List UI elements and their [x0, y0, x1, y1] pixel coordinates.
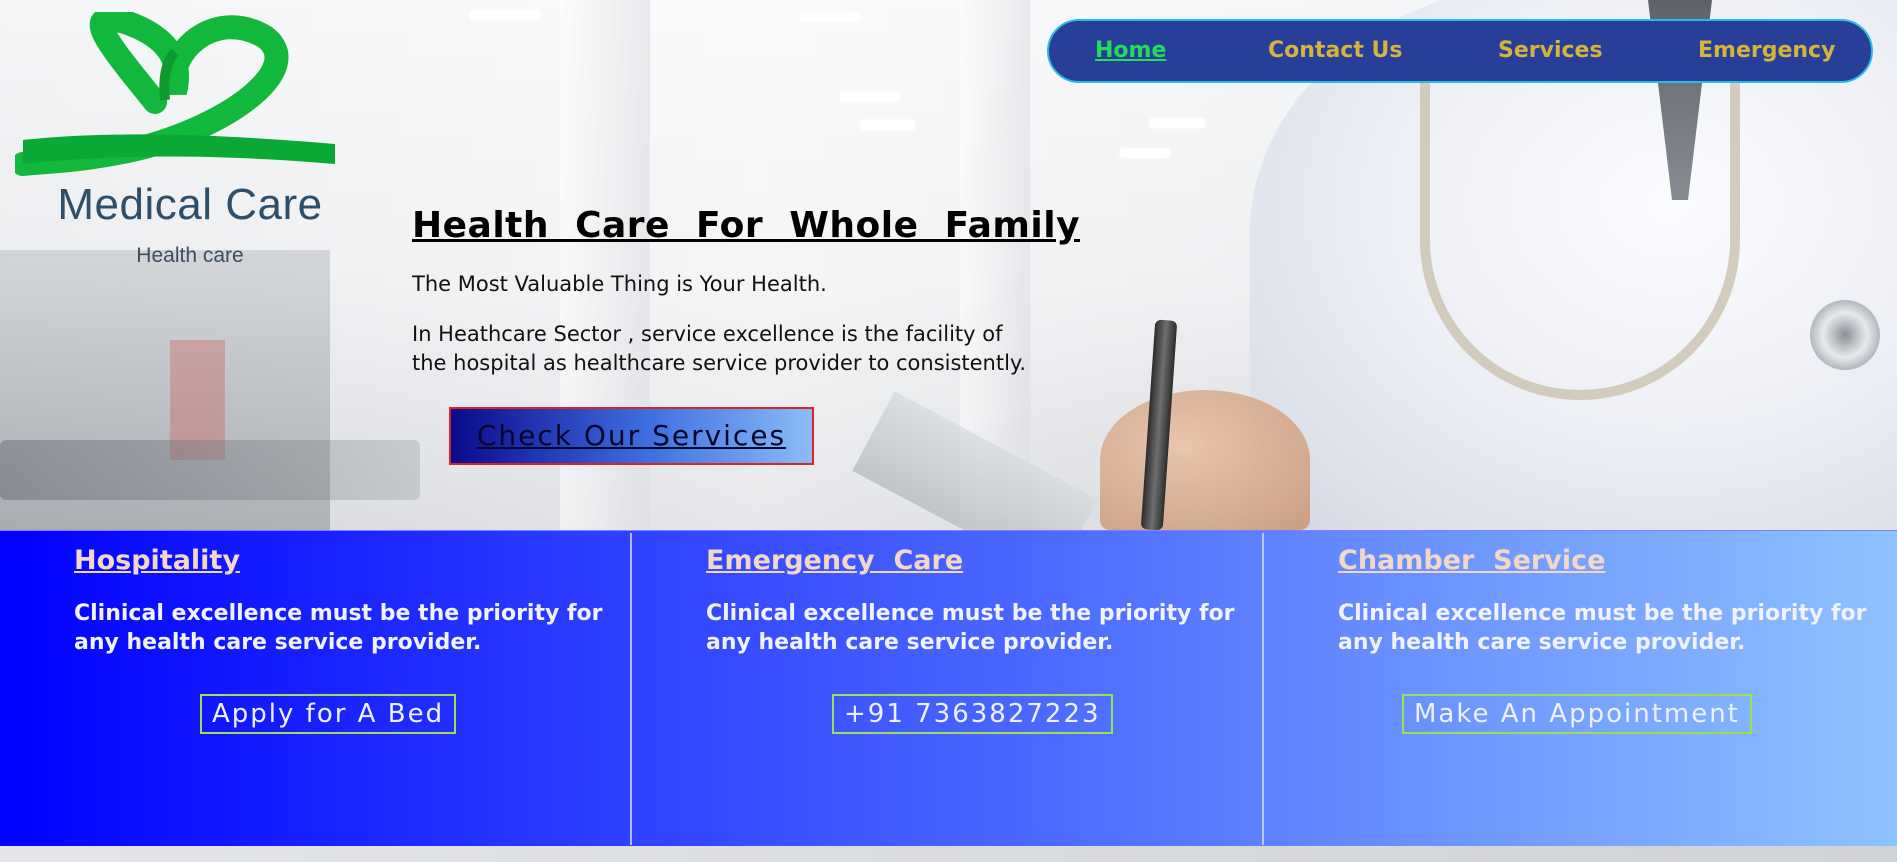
make-appointment-button[interactable]: Make An Appointment	[1402, 694, 1752, 734]
site-logo[interactable]: Medical Care Health care	[15, 12, 350, 267]
feature-text: Clinical excellence must be the priority…	[706, 601, 1235, 655]
brand-subtitle: Health care	[136, 244, 244, 267]
ceiling-light	[800, 12, 860, 22]
feature-hospitality: Hospitality Clinical excellence must be …	[0, 531, 632, 847]
feature-heading[interactable]: Chamber Service	[1338, 545, 1605, 576]
page-bottom-strip	[0, 846, 1897, 862]
stethoscope-head	[1810, 300, 1880, 370]
feature-heading[interactable]: Hospitality	[74, 545, 240, 576]
feature-heading[interactable]: Emergency Care	[706, 545, 963, 576]
hero-title: Health Care For Whole Family	[412, 205, 1081, 246]
doctor-hand	[1100, 390, 1310, 530]
feature-text: Clinical excellence must be the priority…	[74, 601, 603, 655]
hero-description: In Heathcare Sector , service excellence…	[412, 322, 1027, 375]
feature-text: Clinical excellence must be the priority…	[1338, 601, 1867, 655]
main-navbar: Home Contact Us Services Emergency	[1047, 19, 1873, 83]
features-section: Hospitality Clinical excellence must be …	[0, 530, 1897, 847]
ceiling-light	[1120, 148, 1170, 158]
nav-home-link[interactable]: Home	[1095, 38, 1166, 63]
nav-services-link[interactable]: Services	[1498, 38, 1603, 63]
heart-ribbon-icon	[15, 12, 335, 176]
check-services-button[interactable]: Check Our Services	[449, 407, 814, 465]
stethoscope	[1420, 60, 1740, 400]
brand-title: Medical Care	[57, 180, 323, 229]
ceiling-light	[1150, 118, 1205, 128]
ceiling-light	[840, 92, 900, 102]
ceiling-light	[860, 120, 915, 130]
hero-tagline: The Most Valuable Thing is Your Health.	[412, 272, 827, 296]
emergency-phone-button[interactable]: +91 7363827223	[832, 694, 1113, 734]
background-chairs	[0, 440, 420, 500]
nav-emergency-link[interactable]: Emergency	[1698, 38, 1835, 63]
nav-contact-link[interactable]: Contact Us	[1268, 38, 1402, 63]
feature-chamber-service: Chamber Service Clinical excellence must…	[1264, 531, 1896, 847]
feature-emergency-care: Emergency Care Clinical excellence must …	[632, 531, 1264, 847]
ceiling-light	[470, 10, 540, 20]
apply-bed-button[interactable]: Apply for A Bed	[200, 694, 457, 734]
